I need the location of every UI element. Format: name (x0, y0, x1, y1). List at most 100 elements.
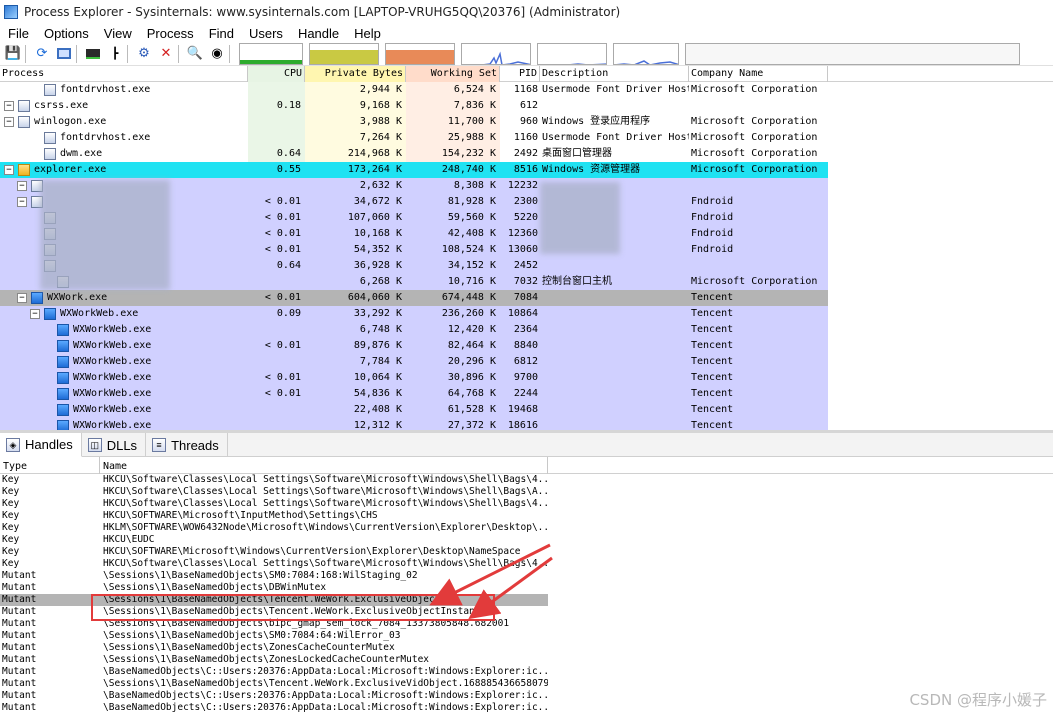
tree-collapse-toggle[interactable]: − (17, 293, 27, 303)
process-row[interactable]: − winlogon.exe 3,988 K 11,700 K 960 Windows 登… (0, 114, 1053, 130)
handle-name: \Sessions\1\BaseNamedObjects\ZonesCacheC… (103, 642, 395, 653)
private-bytes-cell: 9,168 K (359, 100, 402, 111)
col-private-bytes[interactable]: Private Bytes (305, 66, 406, 82)
find-icon[interactable]: 🔍 (186, 45, 204, 63)
handle-row[interactable]: Key HKCU\Software\Classes\Local Settings\… (0, 498, 548, 510)
process-row[interactable]: fontdrvhost.exe 2,944 K 6,524 K 1168 Usermod… (0, 82, 1053, 98)
tab-handles[interactable]: ◈ Handles (0, 433, 82, 457)
handle-row[interactable]: Key HKLM\SOFTWARE\WOW6432Node\Microsoft\W… (0, 522, 548, 534)
handle-row[interactable]: Key HKCU\SOFTWARE\Microsoft\InputMethod\S… (0, 510, 548, 522)
process-row[interactable]: fontdrvhost.exe 7,264 K 25,988 K 1160 Usermo… (0, 130, 1053, 146)
kill-process-icon[interactable]: ✕ (157, 45, 175, 63)
cpu-cell (248, 130, 305, 146)
process-row[interactable]: − WXWork.exe < 0.01 604,060 K 674,448 K 7084 T… (0, 290, 1053, 306)
target-icon[interactable]: ⚙ (135, 45, 153, 63)
handle-row[interactable]: Mutant \Sessions\1\BaseNamedObjects\Zones… (0, 642, 548, 654)
handle-row[interactable]: Mutant \Sessions\1\BaseNamedObjects\Zones… (0, 654, 548, 666)
gear-icon[interactable]: ◉ (208, 45, 226, 63)
company-cell: Tencent (691, 420, 734, 430)
process-explorer-app-icon (4, 5, 18, 19)
col-type[interactable]: Type (0, 457, 100, 474)
process-name-cell: WXWorkWeb.exe (0, 354, 248, 370)
menu-view[interactable]: View (96, 26, 139, 41)
window-icon[interactable] (55, 45, 73, 63)
menu-find[interactable]: Find (201, 26, 241, 41)
process-row[interactable]: − WXWorkWeb.exe 0.09 33,292 K 236,260 K 10864… (0, 306, 1053, 322)
cpu-graph[interactable] (239, 42, 303, 65)
process-name: fontdrvhost.exe (60, 132, 151, 143)
tree-collapse-toggle[interactable]: − (4, 117, 14, 127)
commit-graph[interactable] (309, 42, 379, 65)
process-row[interactable]: WXWorkWeb.exe 22,408 K 61,528 K 19468 Tencen… (0, 402, 1053, 418)
process-row[interactable]: WXWorkWeb.exe < 0.01 89,876 K 82,464 K 8840 T… (0, 338, 1053, 354)
process-row[interactable]: WXWorkWeb.exe 7,784 K 20,296 K 6812 Tencent (0, 354, 1053, 370)
tree-collapse-toggle[interactable]: − (17, 197, 27, 207)
handle-name: HKCU\SOFTWARE\Microsoft\InputMethod\Sett… (103, 510, 378, 521)
company-cell: Microsoft Corporation (691, 132, 818, 143)
tree-collapse-toggle[interactable]: − (17, 181, 27, 191)
working-set-cell: 30,896 K (447, 372, 496, 383)
handle-row[interactable]: Mutant \Sessions\1\BaseNamedObjects\SM0:7… (0, 630, 548, 642)
menu-handle[interactable]: Handle (290, 26, 346, 41)
handle-row[interactable]: Mutant \Sessions\1\BaseNamedObjects\SM0:7… (0, 570, 548, 582)
process-row[interactable]: WXWorkWeb.exe 12,312 K 27,372 K 18616 Tencen… (0, 418, 1053, 430)
process-name-cell: − winlogon.exe (0, 114, 248, 130)
process-icon (44, 132, 56, 144)
io-graph[interactable] (385, 42, 455, 65)
menu-file[interactable]: File (0, 26, 36, 41)
cpu-cell: < 0.01 (264, 228, 301, 239)
process-row[interactable]: WXWorkWeb.exe < 0.01 10,064 K 30,896 K 9700 T… (0, 370, 1053, 386)
tree-collapse-toggle[interactable]: − (4, 101, 14, 111)
handle-name: HKCU\Software\Classes\Local Settings\Sof… (103, 498, 548, 509)
save-icon[interactable]: 💾 (4, 45, 22, 63)
process-row[interactable]: WXWorkWeb.exe < 0.01 54,836 K 64,768 K 2244 T… (0, 386, 1053, 402)
tree-icon[interactable]: ┣ (106, 45, 124, 63)
handle-row[interactable]: Mutant \BaseNamedObjects\C::Users:20376:A… (0, 666, 548, 678)
handle-row[interactable]: Mutant \Sessions\1\BaseNamedObjects\Tence… (0, 678, 548, 690)
col-cpu[interactable]: CPU (248, 66, 305, 82)
cpu-cell: < 0.01 (264, 340, 301, 351)
refresh-icon[interactable]: ⟳ (33, 45, 51, 63)
menu-options[interactable]: Options (36, 26, 96, 41)
pid-cell: 2452 (513, 260, 538, 271)
system-info-icon[interactable] (84, 45, 102, 63)
handle-row[interactable]: Key HKCU\Software\Classes\Local Settings\… (0, 486, 548, 498)
dll-icon: ◫ (87, 438, 102, 452)
private-bytes-cell: 2,944 K (359, 84, 402, 95)
tab-dlls[interactable]: ◫ DLLs (82, 433, 147, 457)
company-cell: Tencent (691, 388, 734, 399)
menu-help[interactable]: Help (346, 26, 388, 41)
handle-type: Key (2, 510, 20, 521)
pid-cell: 1160 (513, 132, 538, 143)
network-graph[interactable] (461, 42, 531, 65)
col-pid[interactable]: PID (500, 66, 540, 82)
process-row[interactable]: − csrss.exe 0.18 9,168 K 7,836 K 612 (0, 98, 1053, 114)
col-process[interactable]: Process (0, 66, 248, 82)
pid-cell: 2364 (513, 324, 538, 335)
process-row[interactable]: − explorer.exe 0.55 173,264 K 248,740 K 8516 W… (0, 162, 1053, 178)
handle-name: HKCU\Software\Classes\Local Settings\Sof… (103, 486, 548, 497)
tree-collapse-toggle[interactable]: − (4, 165, 14, 175)
col-name[interactable]: Name (100, 457, 548, 474)
gpu-graph[interactable] (613, 42, 679, 65)
handle-row[interactable]: Mutant \Sessions\1\BaseNamedObjects\DBWin… (0, 582, 548, 594)
process-row[interactable]: WXWorkWeb.exe 6,748 K 12,420 K 2364 Tencent (0, 322, 1053, 338)
col-company[interactable]: Company Name (689, 66, 828, 82)
menu-process[interactable]: Process (139, 26, 201, 41)
handle-row[interactable]: Mutant \BaseNamedObjects\C::Users:20376:A… (0, 690, 548, 702)
handle-row[interactable]: Key HKCU\Software\Classes\Local Settings\… (0, 474, 548, 486)
handle-row[interactable]: Key HKCU\Software\Classes\Local Settings\… (0, 558, 548, 570)
disk-graph[interactable] (537, 42, 607, 65)
handle-row[interactable]: Key HKCU\SOFTWARE\Microsoft\Windows\Curre… (0, 546, 548, 558)
col-working-set[interactable]: Working Set (406, 66, 500, 82)
process-row[interactable]: dwm.exe 0.64 214,968 K 154,232 K 2492 桌面窗口管理器… (0, 146, 1053, 162)
working-set-cell: 20,296 K (447, 356, 496, 367)
handle-type: Mutant (2, 582, 37, 593)
description-cell (541, 338, 689, 354)
menu-users[interactable]: Users (241, 26, 290, 41)
handle-row[interactable]: Key HKCU\EUDC (0, 534, 548, 546)
handle-row[interactable]: Mutant \BaseNamedObjects\C::Users:20376:A… (0, 702, 548, 714)
tree-collapse-toggle[interactable]: − (30, 309, 40, 319)
tab-threads[interactable]: ≡ Threads (146, 433, 228, 457)
col-description[interactable]: Description (540, 66, 689, 82)
